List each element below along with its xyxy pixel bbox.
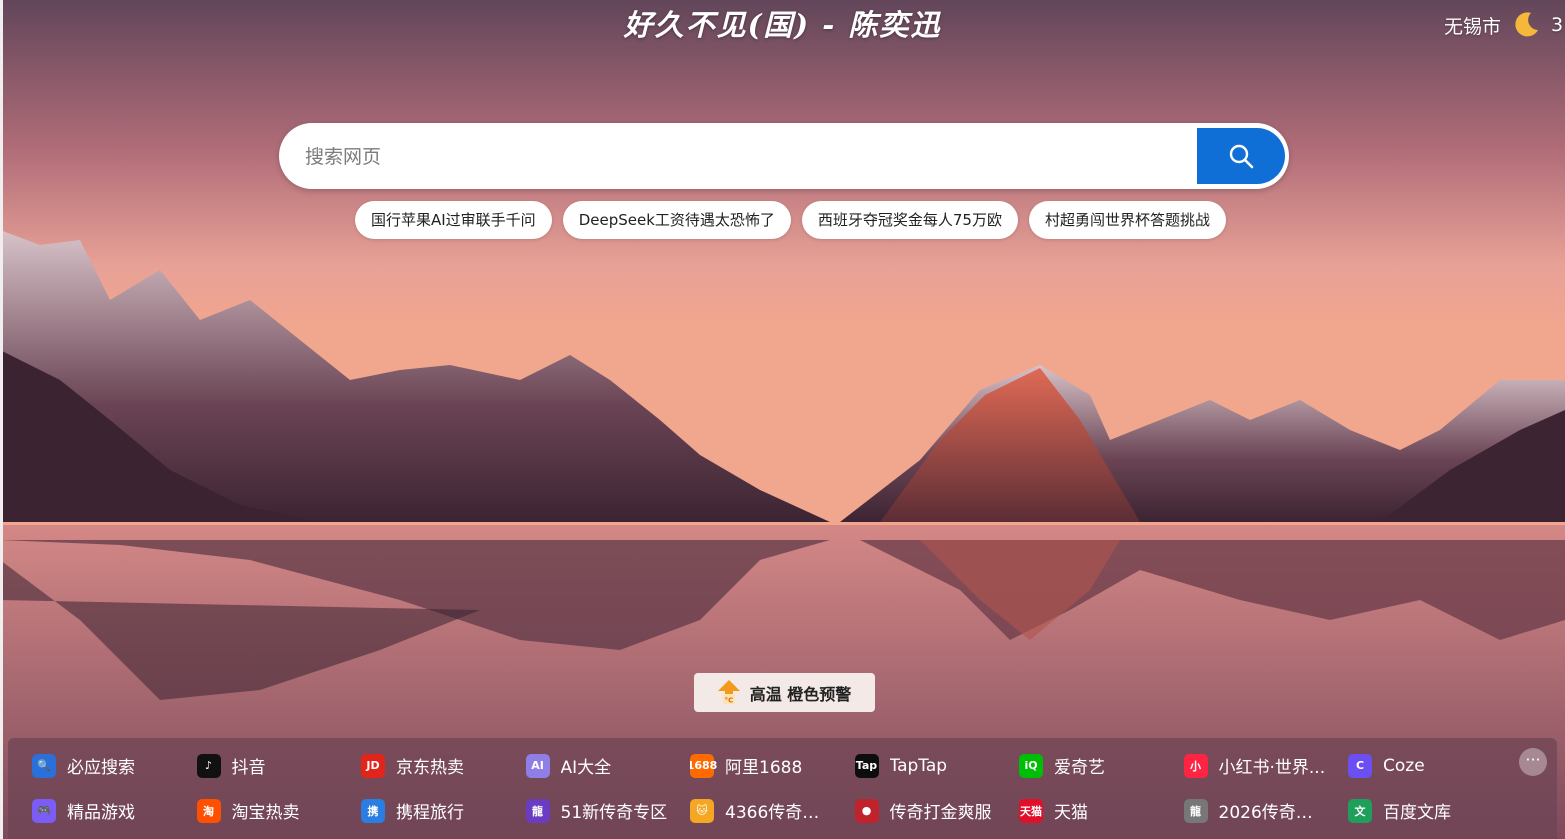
coze-icon: C [1348,753,1372,778]
shortcut-label: 小红书·世界... [1218,758,1326,778]
4366-icon: 🐱 [690,798,714,823]
shortcut-item[interactable]: 🔍 必应搜索 [32,748,197,783]
xiaohongshu-icon: 小 [1183,753,1208,778]
shortcut-item[interactable]: iQ 爱奇艺 [1019,748,1184,783]
alert-icon-text: °C [724,696,733,704]
window-edge [0,0,3,839]
shortcut-item[interactable]: 龍 2026传奇专区 [1183,793,1349,828]
shortcut-item[interactable]: ● 传奇打金爽服 [854,793,1020,828]
search-icon [1229,144,1254,169]
tmall-icon: 天猫 [1019,798,1043,823]
shortcut-label: 百度文库 [1383,803,1451,823]
shortcut-dock: 🔍 必应搜索 ♪ 抖音 JD 京东热卖 AI AI大全 1688 阿里1688 Tap TapTap i… [8,738,1557,839]
shortcut-label: 淘宝热卖 [231,803,300,823]
baidu-wenku-icon: 文 [1348,798,1372,823]
legend-game-icon: 龍 [525,798,550,823]
shortcut-label: Coze [1383,755,1425,776]
more-button[interactable]: ··· [1519,748,1547,776]
ctrip-icon: 携 [361,798,385,823]
shortcut-item[interactable]: 携携程旅行 [361,793,526,828]
jd-icon: JD [361,753,385,778]
shortcut-item[interactable]: 🐱 4366传奇专区 [690,793,855,828]
hot-search-chips: 国行苹果AI过审联手千问 DeepSeek工资待遇太恐怖了 西班牙夺冠奖金每人7… [355,201,1226,239]
hot-chip[interactable]: 西班牙夺冠奖金每人75万欧 [801,201,1018,239]
bing-search-icon: 🔍 [32,753,56,778]
shortcut-label: 携程旅行 [396,803,464,823]
hot-chip[interactable]: 国行苹果AI过审联手千问 [355,201,552,239]
shortcut-item[interactable]: 淘淘宝热卖 [196,793,362,828]
douyin-icon: ♪ [196,753,221,778]
gamepad-icon: 🎮 [32,798,56,823]
moon-icon [1515,12,1538,37]
shortcut-label: 爱奇艺 [1054,758,1105,778]
shortcut-item[interactable]: Tap TapTap [854,748,1020,783]
high-temperature-icon: °C [717,679,740,704]
iqiyi-icon: iQ [1019,753,1043,778]
shortcut-item[interactable]: JD 京东热卖 [361,748,526,783]
shortcut-label: 精品游戏 [67,803,135,823]
shortcut-label: 阿里1688 [725,758,803,778]
alert-label: 高温 橙色预警 [749,684,852,704]
shortcut-label: AI大全 [560,758,612,778]
weather-widget[interactable]: 无锡市 3 [1444,10,1565,40]
temperature: 3 [1551,14,1564,36]
taptap-icon: Tap [854,753,879,778]
shortcut-label: TapTap [889,755,948,776]
ai-icon: AI [525,753,550,778]
shortcut-label: 天猫 [1054,803,1088,823]
shortcut-label: 京东热卖 [396,758,464,778]
shortcut-item[interactable]: C Coze [1348,748,1513,783]
shortcut-item[interactable]: 龍 51新传奇专区 [525,793,691,828]
shortcut-item[interactable]: 🎮 精品游戏 [32,793,197,828]
shortcut-item[interactable]: 1688 阿里1688 [690,748,855,783]
taobao-icon: 淘 [196,798,221,823]
shortcut-grid: 🔍 必应搜索 ♪ 抖音 JD 京东热卖 AI AI大全 1688 阿里1688 Tap TapTap i… [32,748,1513,828]
legend-gold-icon: ● [854,798,879,823]
search-button[interactable] [1197,128,1285,184]
search-input[interactable] [303,136,1187,178]
shortcut-item[interactable]: 小小红书·世界... [1183,748,1349,783]
shortcut-label: 抖音 [231,758,266,778]
shortcut-item[interactable]: 天猫 天猫 [1019,793,1184,828]
alibaba-1688-icon: 1688 [690,753,717,778]
shortcut-label: 51新传奇专区 [560,803,668,823]
weather-alert-button[interactable]: °C 高温 橙色预警 [694,673,875,712]
hot-chip[interactable]: 村超勇闯世界杯答题挑战 [1028,201,1226,239]
search-box [279,123,1289,189]
shortcut-item[interactable]: AI AI大全 [525,748,691,783]
shortcut-item[interactable]: ♪ 抖音 [196,748,362,783]
shortcut-label: 必应搜索 [67,758,135,778]
city-name: 无锡市 [1443,15,1501,38]
legend-2026-icon: 龍 [1183,798,1208,823]
shortcut-item[interactable]: 文百度文库 [1348,793,1513,828]
shortcut-label: 传奇打金爽服 [889,803,992,823]
hot-chip[interactable]: DeepSeek工资待遇太恐怖了 [562,201,791,239]
now-playing-title[interactable]: 好久不见(国) - 陈奕迅 [0,2,1565,44]
shortcut-label: 4366传奇专区 [725,803,835,823]
shortcut-label: 2026传奇专区 [1218,803,1329,823]
